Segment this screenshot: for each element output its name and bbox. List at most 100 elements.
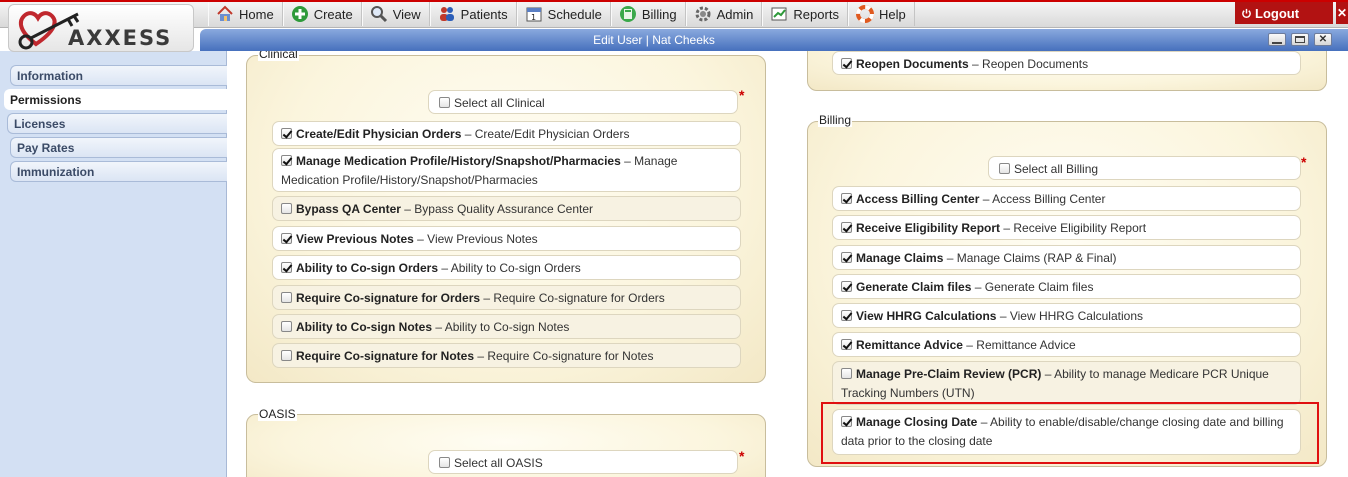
permission-row[interactable]: View Previous Notes – View Previous Note… (272, 226, 741, 251)
select-all-billing-checkbox[interactable] (999, 163, 1010, 174)
permission-row[interactable]: Ability to Co-sign Notes – Ability to Co… (272, 314, 741, 339)
required-mark: * (739, 448, 745, 464)
sidebar-item-information[interactable]: Information (10, 65, 227, 86)
checked-checkbox[interactable] (841, 222, 852, 233)
select-all-oasis[interactable]: Select all OASIS (428, 450, 738, 474)
permission-name: Access Billing Center (856, 192, 980, 206)
permission-description: Bypass Quality Assurance Center (414, 202, 594, 216)
separator: – (996, 309, 1010, 323)
unchecked-checkbox[interactable] (281, 292, 292, 303)
nav-reports[interactable]: Reports (762, 2, 848, 26)
nav-billing[interactable]: Billing (610, 2, 686, 26)
permission-row[interactable]: Require Co-signature for Orders – Requir… (272, 285, 741, 310)
nav-schedule[interactable]: 1 Schedule (516, 2, 611, 26)
gear-icon (695, 6, 711, 22)
permission-row[interactable]: Reopen Documents – Reopen Documents (832, 51, 1301, 75)
restore-icon (1295, 36, 1305, 43)
nav-home[interactable]: Home (208, 2, 283, 26)
separator: – (620, 154, 635, 168)
checked-checkbox[interactable] (841, 193, 852, 204)
window-title: Edit User | Nat Cheeks (593, 33, 715, 47)
checked-checkbox[interactable] (281, 155, 292, 166)
unchecked-checkbox[interactable] (841, 368, 852, 379)
separator: – (979, 192, 993, 206)
permission-description: Access Billing Center (992, 192, 1106, 206)
checked-checkbox[interactable] (841, 310, 852, 321)
separator: – (1041, 367, 1055, 381)
checked-checkbox[interactable] (841, 58, 852, 69)
plus-icon (291, 6, 308, 22)
checked-checkbox[interactable] (841, 281, 852, 292)
permission-row[interactable]: Create/Edit Physician Orders – Create/Ed… (272, 121, 741, 146)
permission-row[interactable]: View HHRG Calculations – View HHRG Calcu… (832, 303, 1301, 328)
window-title-bar: Edit User | Nat Cheeks ✕ (200, 29, 1348, 51)
permission-row[interactable]: Require Co-signature for Notes – Require… (272, 343, 741, 368)
main-nav: Home Create View Patients 1 Schedule Bil… (208, 2, 915, 26)
permission-row[interactable]: Bypass QA Center – Bypass Quality Assura… (272, 196, 741, 221)
nav-label: Create (313, 6, 353, 22)
select-all-oasis-label: Select all OASIS (454, 456, 543, 470)
permission-row[interactable]: Manage Pre-Claim Review (PCR) – Ability … (832, 361, 1301, 405)
minimize-button[interactable] (1268, 33, 1286, 46)
permission-description: Create/Edit Physician Orders (474, 127, 630, 141)
separator: – (943, 251, 957, 265)
nav-create[interactable]: Create (282, 2, 362, 26)
permission-row[interactable]: Generate Claim files – Generate Claim fi… (832, 274, 1301, 299)
nav-label: Reports (793, 6, 839, 22)
permission-name: Require Co-signature for Notes (296, 349, 475, 363)
oasis-legend: OASIS (258, 407, 297, 421)
select-all-clinical[interactable]: Select all Clinical (428, 90, 738, 114)
permission-row[interactable]: Ability to Co-sign Orders – Ability to C… (272, 255, 741, 280)
separator: – (474, 349, 488, 363)
permission-row[interactable]: Remittance Advice – Remittance Advice (832, 332, 1301, 357)
axxess-logo[interactable]: AXXESS (0, 0, 200, 56)
permission-name: Receive Eligibility Report (856, 221, 1001, 235)
permission-description: Require Co-signature for Orders (493, 291, 665, 305)
permission-description: Generate Claim files (984, 280, 1094, 294)
permission-name: Bypass QA Center (296, 202, 401, 216)
nav-help[interactable]: Help (847, 2, 915, 26)
nav-label: Patients (460, 6, 508, 22)
restore-button[interactable] (1291, 33, 1309, 46)
window-close-button[interactable]: ✕ (1314, 33, 1332, 46)
permission-row[interactable]: Manage Claims – Manage Claims (RAP & Fin… (832, 245, 1301, 270)
select-all-oasis-checkbox[interactable] (439, 457, 450, 468)
checked-checkbox[interactable] (281, 262, 292, 273)
unchecked-checkbox[interactable] (281, 203, 292, 214)
close-icon[interactable]: ✕ (1336, 2, 1348, 24)
checked-checkbox[interactable] (841, 339, 852, 350)
sidebar-item-pay-rates[interactable]: Pay Rates (10, 137, 227, 158)
permission-description: Remittance Advice (976, 338, 1076, 352)
select-all-clinical-checkbox[interactable] (439, 97, 450, 108)
required-mark: * (1301, 154, 1307, 170)
permission-row[interactable]: Manage Medication Profile/History/Snapsh… (272, 148, 741, 192)
checked-checkbox[interactable] (281, 128, 292, 139)
select-all-clinical-label: Select all Clinical (454, 96, 545, 110)
minimize-icon (1272, 42, 1282, 44)
separator: – (962, 338, 977, 352)
unchecked-checkbox[interactable] (281, 321, 292, 332)
permission-name: Create/Edit Physician Orders (296, 127, 462, 141)
nav-admin[interactable]: Admin (685, 2, 763, 26)
checked-checkbox[interactable] (841, 252, 852, 263)
permission-row[interactable]: Access Billing Center – Access Billing C… (832, 186, 1301, 211)
logout-button[interactable]: Logout (1235, 2, 1333, 24)
permission-name: Remittance Advice (856, 338, 963, 352)
nav-label: Home (239, 6, 274, 22)
sidebar-item-licenses[interactable]: Licenses (7, 113, 227, 134)
permission-name: Manage Claims (856, 251, 944, 265)
select-all-billing[interactable]: Select all Billing (988, 156, 1301, 180)
permissions-content: Clinical Select all Clinical * Create/Ed… (228, 51, 1348, 477)
nav-view[interactable]: View (361, 2, 430, 26)
checked-checkbox[interactable] (281, 233, 292, 244)
permission-row[interactable]: Receive Eligibility Report – Receive Eli… (832, 215, 1301, 240)
power-icon (1242, 8, 1251, 18)
permission-name: Require Co-signature for Orders (296, 291, 481, 305)
sidebar-item-permissions[interactable]: Permissions (4, 89, 228, 110)
sidebar-item-immunization[interactable]: Immunization (10, 161, 227, 182)
permission-name: Ability to Co-sign Notes (296, 320, 432, 334)
unchecked-checkbox[interactable] (281, 350, 292, 361)
nav-patients[interactable]: Patients (429, 2, 517, 26)
permission-name: View HHRG Calculations (856, 309, 997, 323)
nav-label: Billing (641, 6, 677, 22)
